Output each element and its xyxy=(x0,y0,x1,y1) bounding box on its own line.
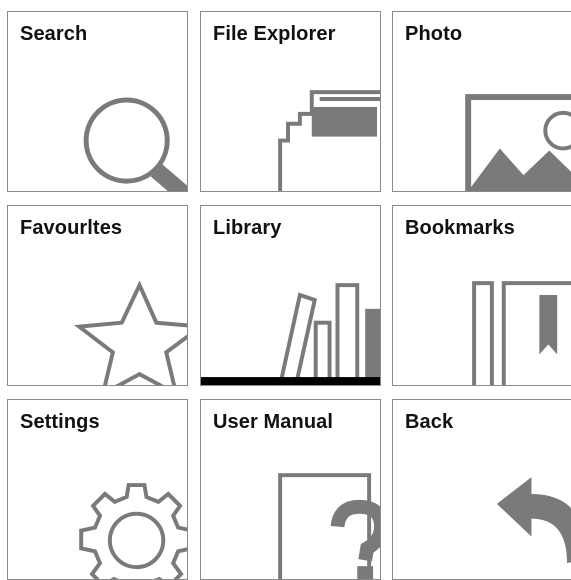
tile-bookmarks[interactable]: Bookmarks xyxy=(392,205,571,386)
tile-label-bookmarks: Bookmarks xyxy=(405,217,515,239)
tile-label-search: Search xyxy=(20,23,88,45)
tile-photo[interactable]: Photo xyxy=(392,11,571,192)
tile-back[interactable]: Back xyxy=(392,399,571,580)
tile-library[interactable]: Library xyxy=(200,205,381,386)
tile-label-photo: Photo xyxy=(405,23,463,45)
tile-label-file-explorer: File Explorer xyxy=(213,23,336,45)
tile-label-back: Back xyxy=(405,411,454,433)
tile-label-settings: Settings xyxy=(20,411,100,433)
tile-settings[interactable]: Settings xyxy=(7,399,188,580)
tile-file-explorer[interactable]: File Explorer xyxy=(200,11,381,192)
tile-label-favourites: Favourltes xyxy=(20,217,123,239)
tile-label-library: Library xyxy=(213,217,282,239)
tile-favourites[interactable]: Favourltes xyxy=(7,205,188,386)
tile-search[interactable]: Search xyxy=(7,11,188,192)
tile-user-manual[interactable]: User Manual xyxy=(200,399,381,580)
tile-label-user-manual: User Manual xyxy=(213,411,334,433)
launcher-grid: Search File Explorer Photo Favourltes Li… xyxy=(0,0,571,580)
